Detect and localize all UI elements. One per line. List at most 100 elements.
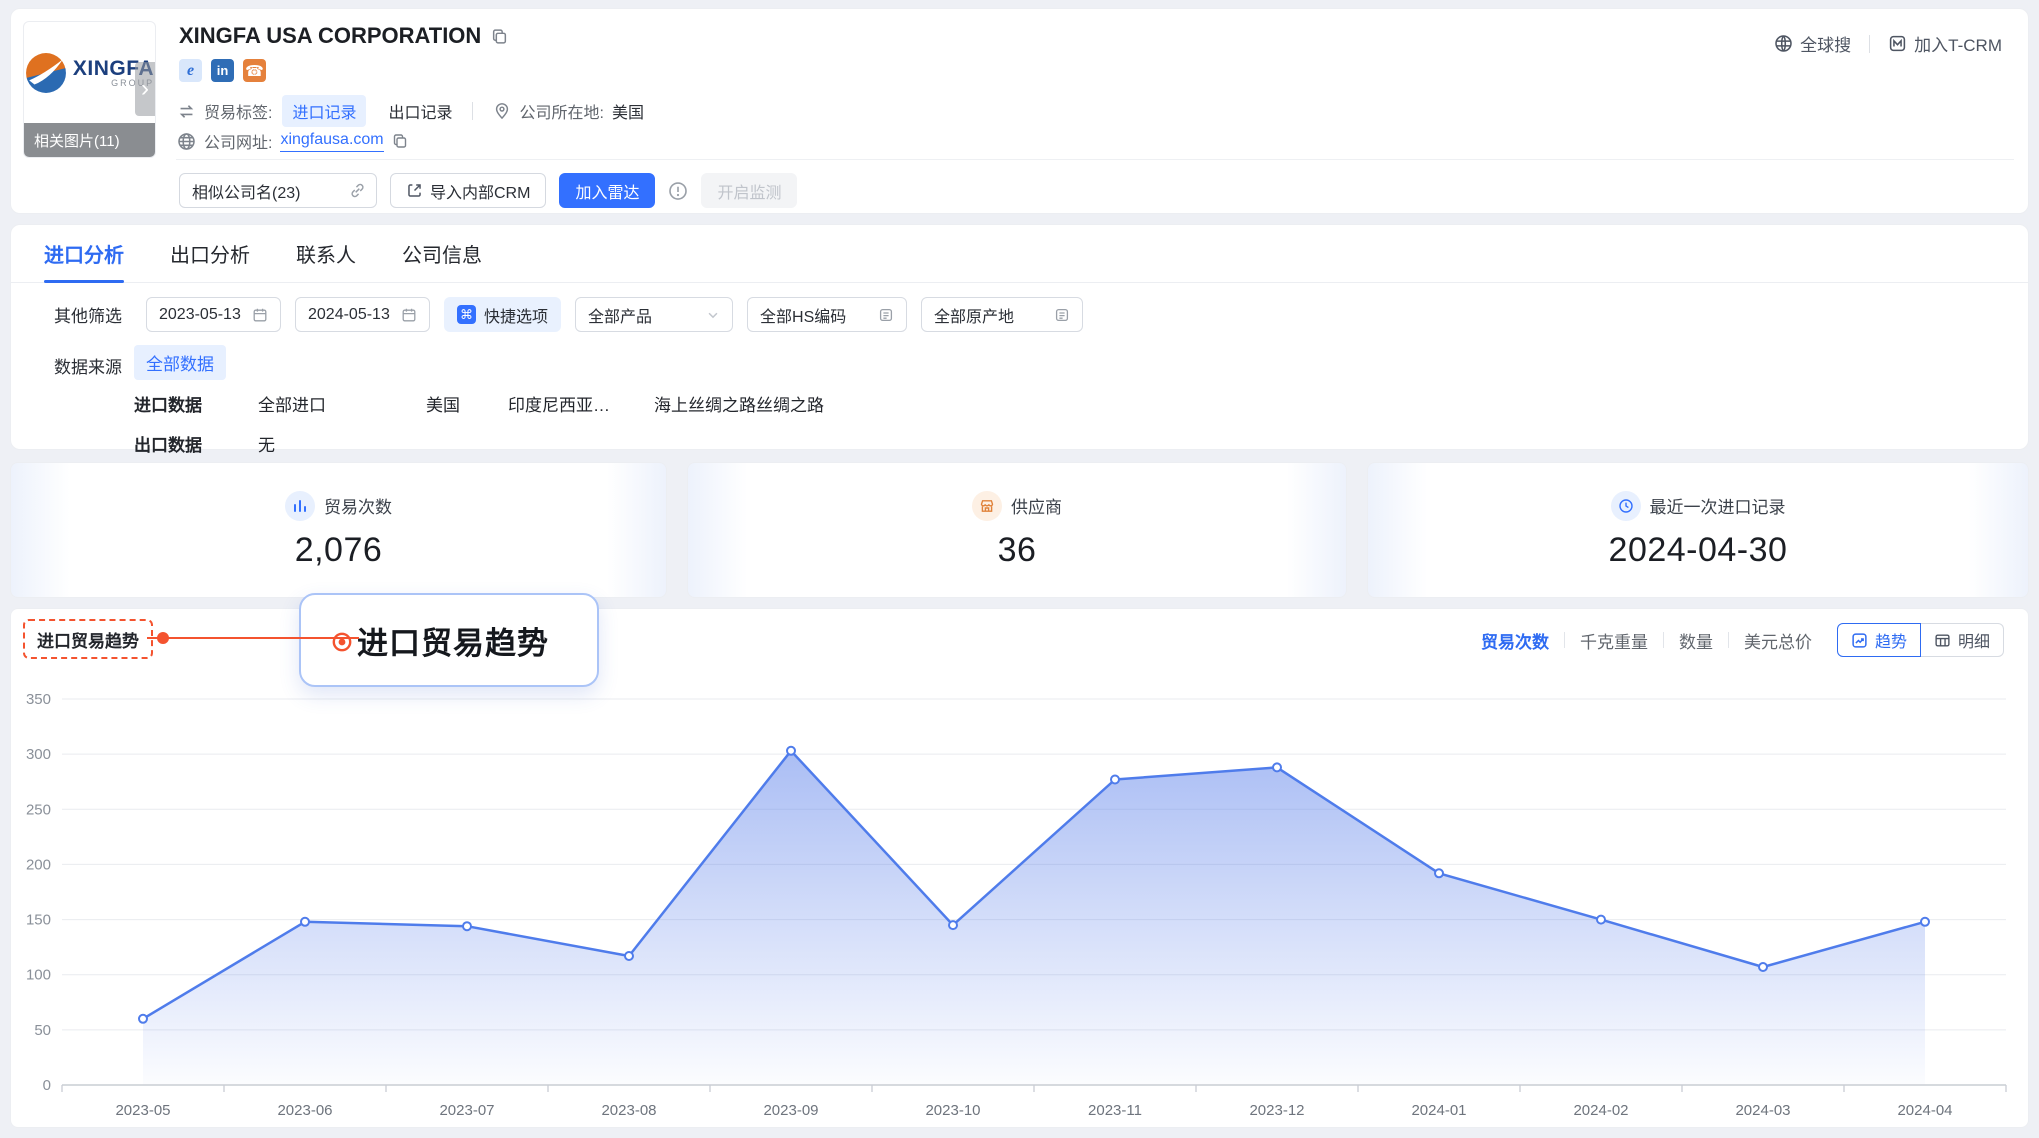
metric-kg-weight[interactable]: 千克重量 [1580,628,1648,653]
tab-import-analysis[interactable]: 进口分析 [44,225,124,283]
import-source-maritime-silk-road[interactable]: 海上丝绸之路 [654,391,756,416]
stat-card-suppliers: 供应商 36 [687,462,1347,598]
linkedin-icon[interactable]: in [211,59,234,82]
svg-text:2024-03: 2024-03 [1735,1102,1790,1119]
tag-export-records[interactable]: 出口记录 [388,99,452,123]
view-detail-button[interactable]: 明细 [1921,623,2004,657]
date-start-input[interactable]: 2023-05-13 [146,297,281,332]
svg-text:150: 150 [26,912,51,929]
all-origins-value: 全部原产地 [934,303,1014,327]
annotation-dot [157,632,169,644]
page: XINGFA GROUP 相关图片(11) › XINGFA USA CORPO… [0,0,2039,1138]
metric-trade-count[interactable]: 贸易次数 [1481,628,1549,653]
start-monitor-button[interactable]: 开启监测 [701,173,797,208]
website-row: 公司网址: xingfausa.com [177,129,408,153]
import-source-silk-road[interactable]: 丝绸之路 [756,391,824,416]
company-logo-card[interactable]: XINGFA GROUP 相关图片(11) › [23,21,156,158]
tabs: 进口分析 出口分析 联系人 公司信息 [11,225,2028,283]
website-label: 公司网址: [204,129,272,153]
browser-link-icon[interactable]: e [179,59,202,82]
trade-tags-row: 贸易标签: 进口记录 出口记录 公司所在地: 美国 [177,95,644,127]
bar-chart-icon [285,491,315,521]
svg-text:250: 250 [26,801,51,818]
view-detail-label: 明细 [1958,628,1990,652]
divider [1663,632,1664,648]
stat-head: 供应商 [972,491,1062,521]
exchange-arrows-icon [177,102,196,121]
stat-card-trade-count: 贸易次数 2,076 [10,462,667,598]
copy-website-icon[interactable] [392,133,408,149]
date-end-input[interactable]: 2024-05-13 [295,297,430,332]
chevron-down-icon [706,308,720,322]
phone-icon[interactable]: ☎ [243,59,266,82]
stat-card-last-import: 最近一次进口记录 2024-04-30 [1367,462,2029,598]
stat-label: 最近一次进口记录 [1650,493,1786,518]
import-source-all[interactable]: 全部进口 [258,391,326,416]
global-search-icon [1774,34,1793,53]
svg-text:2024-01: 2024-01 [1411,1102,1466,1119]
tab-export-analysis[interactable]: 出口分析 [170,225,250,283]
svg-text:2023-07: 2023-07 [439,1102,494,1119]
table-icon [1934,632,1951,649]
svg-text:2023-09: 2023-09 [763,1102,818,1119]
svg-text:0: 0 [43,1077,51,1094]
social-links: e in ☎ [179,59,266,82]
similar-companies-box[interactable]: 相似公司名(23) [179,173,377,208]
import-source-indonesia[interactable]: 印度尼西亚… [508,391,610,416]
join-tcrm-button[interactable]: 加入T-CRM [1888,31,2002,56]
all-data-chip[interactable]: 全部数据 [134,345,226,380]
all-origins-select[interactable]: 全部原产地 [921,297,1083,332]
stat-label: 贸易次数 [324,493,392,518]
global-search-button[interactable]: 全球搜 [1774,31,1851,56]
xingfa-globe-logo [25,52,67,94]
import-trend-panel: 进口贸易趋势 进口贸易趋势 贸易次数 千克重量 数量 美元总价 趋势 [10,608,2029,1128]
related-images-overlay[interactable]: 相关图片(11) [24,123,155,157]
chart-title: 进口贸易趋势 [37,627,139,652]
import-icon [406,182,423,199]
link-icon [349,182,366,199]
trade-label: 贸易标签: [204,99,272,123]
view-trend-button[interactable]: 趋势 [1837,623,1921,657]
logo-next-chevron-icon[interactable]: › [135,62,155,116]
website-link[interactable]: xingfausa.com [280,131,383,152]
svg-text:200: 200 [26,856,51,873]
location-value: 美国 [612,99,644,123]
quick-options-button[interactable]: ⌘ 快捷选项 [444,297,561,332]
svg-text:300: 300 [26,746,51,763]
chart-metric-bar: 贸易次数 千克重量 数量 美元总价 趋势 明细 [1481,623,2004,657]
analysis-panel: 进口分析 出口分析 联系人 公司信息 其他筛选 2023-05-13 2024-… [10,224,2029,450]
info-icon[interactable] [668,181,688,201]
all-products-select[interactable]: 全部产品 [575,297,733,332]
stat-value: 36 [998,531,1037,570]
export-data-row: 出口数据 无 [134,431,275,456]
copy-company-name-icon[interactable] [491,28,508,45]
tag-import-records[interactable]: 进口记录 [282,95,366,127]
tab-contacts[interactable]: 联系人 [296,225,356,283]
view-toggle: 趋势 明细 [1837,623,2004,657]
annotation-line [147,637,359,639]
list-document-icon [1054,307,1070,323]
import-source-usa[interactable]: 美国 [426,391,460,416]
svg-text:2023-12: 2023-12 [1249,1102,1304,1119]
import-crm-button[interactable]: 导入内部CRM [390,173,546,208]
calendar-icon [252,307,268,323]
filter-row: 其他筛选 2023-05-13 2024-05-13 ⌘ 快捷选项 全部产品 [54,297,1083,332]
annotation-callout-text: 进口贸易趋势 [357,618,549,663]
view-trend-label: 趋势 [1875,628,1907,652]
import-data-row: 进口数据 全部进口 美国 印度尼西亚… 海上丝绸之路 丝绸之路 [134,391,824,416]
svg-text:2023-05: 2023-05 [115,1102,170,1119]
chart-title-annotated: 进口贸易趋势 [23,619,153,659]
annotation-callout: 进口贸易趋势 [299,593,599,687]
import-data-label: 进口数据 [134,391,202,416]
header-top-right: 全球搜 加入T-CRM [1774,31,2002,56]
export-data-value: 无 [258,431,275,456]
svg-text:50: 50 [34,1022,51,1039]
metric-usd-total[interactable]: 美元总价 [1744,628,1812,653]
tab-company-info[interactable]: 公司信息 [402,225,482,283]
import-crm-label: 导入内部CRM [430,179,530,203]
add-radar-button[interactable]: 加入雷达 [559,173,655,208]
command-icon: ⌘ [457,305,476,324]
date-start-value: 2023-05-13 [159,306,241,324]
metric-quantity[interactable]: 数量 [1679,628,1713,653]
all-hs-codes-select[interactable]: 全部HS编码 [747,297,907,332]
